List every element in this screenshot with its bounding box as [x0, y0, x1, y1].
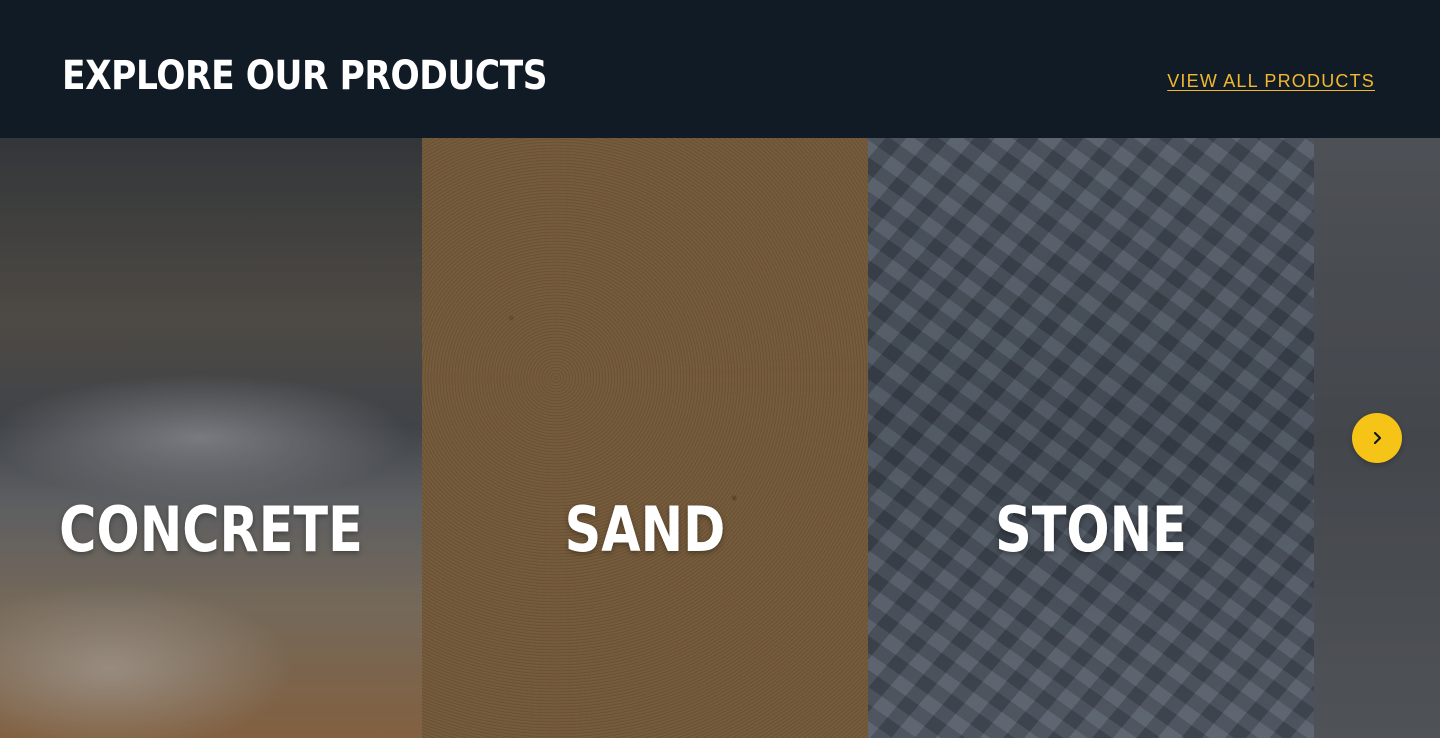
product-card-label: SAND: [564, 493, 726, 566]
product-card-concrete[interactable]: CONCRETE: [0, 138, 422, 738]
view-all-products-link[interactable]: VIEW ALL PRODUCTS: [1167, 71, 1375, 92]
product-card-sand[interactable]: SAND: [422, 138, 868, 738]
carousel-next-button[interactable]: [1352, 413, 1402, 463]
card-image-overlay: [422, 138, 868, 738]
product-card-label: STONE: [995, 493, 1187, 566]
section-header: EXPLORE OUR PRODUCTS VIEW ALL PRODUCTS: [0, 0, 1440, 138]
product-card-stone[interactable]: STONE: [868, 138, 1314, 738]
card-image-overlay: [0, 138, 422, 738]
section-title: EXPLORE OUR PRODUCTS: [62, 53, 548, 99]
card-image-overlay: [868, 138, 1314, 738]
chevron-right-icon: [1373, 431, 1382, 445]
product-carousel: CONCRETE SAND STONE: [0, 138, 1440, 738]
products-section: EXPLORE OUR PRODUCTS VIEW ALL PRODUCTS C…: [0, 0, 1440, 738]
product-card-label: CONCRETE: [59, 493, 363, 566]
